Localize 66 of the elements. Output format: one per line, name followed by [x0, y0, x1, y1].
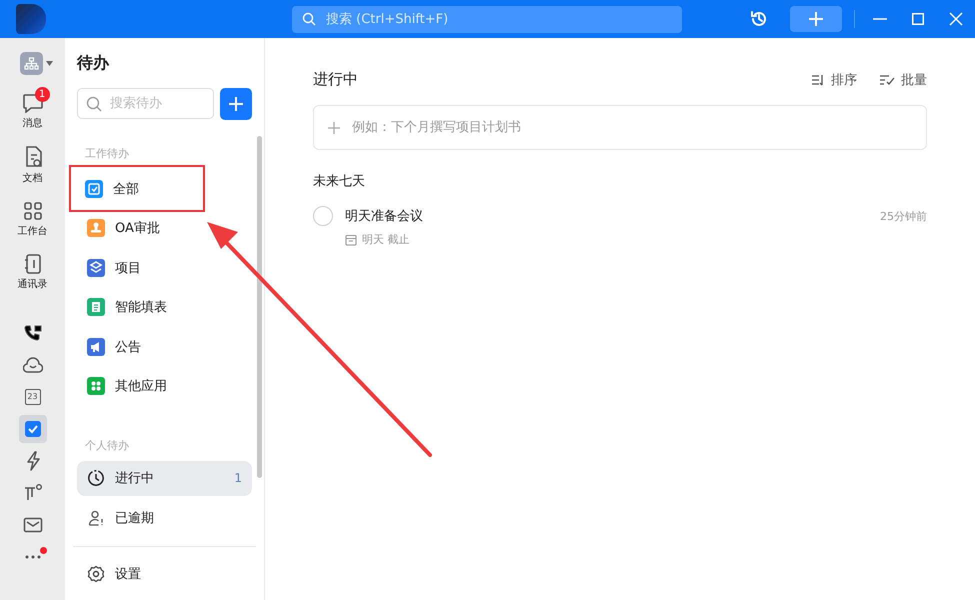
- group-title: 未来七天: [313, 173, 366, 190]
- nav-item[interactable]: 进行中 1: [77, 460, 252, 496]
- unread-badge: 1: [34, 87, 50, 102]
- lightning-icon: [24, 451, 40, 471]
- task-title[interactable]: 明天准备会议: [345, 207, 880, 225]
- nav-item[interactable]: 项目: [77, 250, 252, 286]
- sort-button[interactable]: 排序: [811, 70, 857, 88]
- cloud-icon: [22, 356, 42, 374]
- mail-icon: [22, 517, 42, 533]
- minimize-icon: [873, 18, 887, 20]
- contacts-nav-item[interactable]: 通讯录: [4, 250, 60, 295]
- nav-item[interactable]: 已逾期: [77, 500, 252, 536]
- search-icon: [302, 12, 316, 26]
- settings-icon: [87, 565, 105, 584]
- nav-label: 文档: [22, 172, 42, 185]
- calendar-icon: 23: [24, 389, 40, 405]
- pin-icon: [22, 483, 42, 503]
- page-title: 进行中: [313, 70, 358, 89]
- grid-icon: [22, 201, 42, 221]
- panel-title: 待办: [77, 53, 110, 74]
- caret-icon: [46, 61, 53, 66]
- history-icon: [749, 9, 769, 29]
- due-date: 明天 截止: [362, 232, 410, 247]
- checklist-icon: [879, 74, 895, 86]
- search-icon: [86, 96, 102, 112]
- nav-item[interactable]: 其他应用: [77, 368, 252, 404]
- plus-icon: [228, 96, 244, 112]
- avatar-placeholder: [16, 4, 46, 34]
- settings-button[interactable]: 设置: [77, 556, 252, 592]
- nav-label: 工作台: [18, 224, 48, 238]
- person-icon: [87, 508, 105, 527]
- plus-icon: [328, 122, 340, 134]
- add-button[interactable]: [790, 6, 842, 32]
- phone-icon: [22, 323, 42, 343]
- grid-nav-item[interactable]: 工作台: [4, 197, 60, 242]
- nav-label: 消息: [22, 116, 42, 130]
- nav-item[interactable]: 公告: [77, 328, 252, 364]
- nav-item[interactable]: 智能填表: [77, 289, 252, 325]
- maximize-icon: [912, 13, 924, 25]
- checkbox-icon: [24, 420, 42, 438]
- count-label: 1: [234, 471, 242, 486]
- section-label: 个人待办: [85, 438, 130, 453]
- sort-icon: [811, 74, 825, 86]
- more-icon: [24, 555, 40, 559]
- search-field[interactable]: 搜索 (Ctrl+Shift+F): [292, 6, 682, 32]
- search-field[interactable]: 搜索待办: [77, 88, 214, 119]
- calendar-nav-item[interactable]: 23: [18, 383, 46, 411]
- clock-icon: [87, 469, 105, 488]
- task-checkbox[interactable]: [313, 206, 333, 226]
- doc-nav-item[interactable]: 文档: [4, 142, 60, 189]
- nav-item[interactable]: 全部: [75, 171, 199, 206]
- task-time: 25分钟前: [880, 208, 927, 224]
- new-task-field[interactable]: 例如：下个月撰写项目计划书: [313, 105, 927, 150]
- close-icon: [949, 12, 963, 26]
- add-button[interactable]: [220, 88, 252, 120]
- todo-nav-item[interactable]: [18, 415, 46, 443]
- search-input[interactable]: 搜索 (Ctrl+Shift+F): [324, 10, 672, 28]
- calendar-icon: [345, 234, 357, 246]
- organization-icon: [20, 52, 43, 75]
- chat-nav-item[interactable]: 消息 1: [4, 89, 60, 134]
- nav-label: 通讯录: [18, 278, 48, 291]
- organization-switcher[interactable]: [20, 52, 53, 75]
- batch-button[interactable]: 批量: [879, 70, 927, 88]
- section-label: 工作待办: [85, 146, 130, 161]
- plus-icon: [808, 11, 824, 27]
- address-book-icon: [22, 254, 42, 274]
